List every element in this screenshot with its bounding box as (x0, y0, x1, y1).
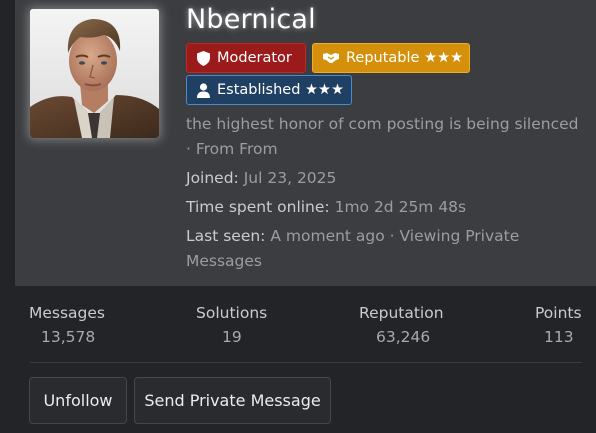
handshake-icon (323, 52, 339, 64)
stat-points-value[interactable]: 113 (544, 328, 574, 346)
username[interactable]: Nbernical (186, 4, 316, 35)
stat-points-label[interactable]: Points (535, 304, 582, 322)
send-private-message-button[interactable]: Send Private Message (134, 377, 331, 424)
user-icon (197, 82, 210, 98)
last-seen-value-continued: Messages (186, 252, 263, 270)
reputable-badge: Reputable ★★★ (312, 43, 470, 73)
joined-label: Joined: (186, 169, 239, 187)
last-seen-label: Last seen: (186, 227, 266, 245)
established-badge: Established ★★★ (186, 75, 352, 105)
avatar-image (30, 9, 159, 138)
moderator-badge: Moderator (186, 43, 306, 73)
bio-text: the highest honor of com posting is bein… (186, 115, 579, 133)
shield-icon (197, 50, 210, 66)
stat-messages-label[interactable]: Messages (29, 304, 105, 322)
stat-solutions-value[interactable]: 19 (222, 328, 242, 346)
stat-messages-value[interactable]: 13,578 (41, 328, 95, 346)
joined-row: Joined: Jul 23, 2025 (186, 168, 336, 188)
stats-divider (30, 362, 582, 363)
location-text: · From From (186, 140, 278, 158)
moderator-badge-label: Moderator (217, 50, 292, 66)
last-seen-row: Last seen: A moment ago · Viewing Privat… (186, 226, 519, 246)
stat-solutions-label[interactable]: Solutions (196, 304, 267, 322)
stat-reputation-value[interactable]: 63,246 (376, 328, 430, 346)
stat-reputation-label[interactable]: Reputation (359, 304, 444, 322)
last-seen-value: A moment ago · Viewing Private (270, 227, 520, 245)
online-time-row: Time spent online: 1mo 2d 25m 48s (186, 197, 466, 217)
reputable-badge-label: Reputable ★★★ (346, 50, 464, 66)
avatar[interactable] (30, 9, 159, 138)
unfollow-button[interactable]: Unfollow (29, 377, 127, 424)
joined-value: Jul 23, 2025 (243, 169, 337, 187)
online-time-value: 1mo 2d 25m 48s (334, 198, 467, 216)
established-badge-label: Established ★★★ (217, 82, 345, 98)
online-time-label: Time spent online: (186, 198, 330, 216)
